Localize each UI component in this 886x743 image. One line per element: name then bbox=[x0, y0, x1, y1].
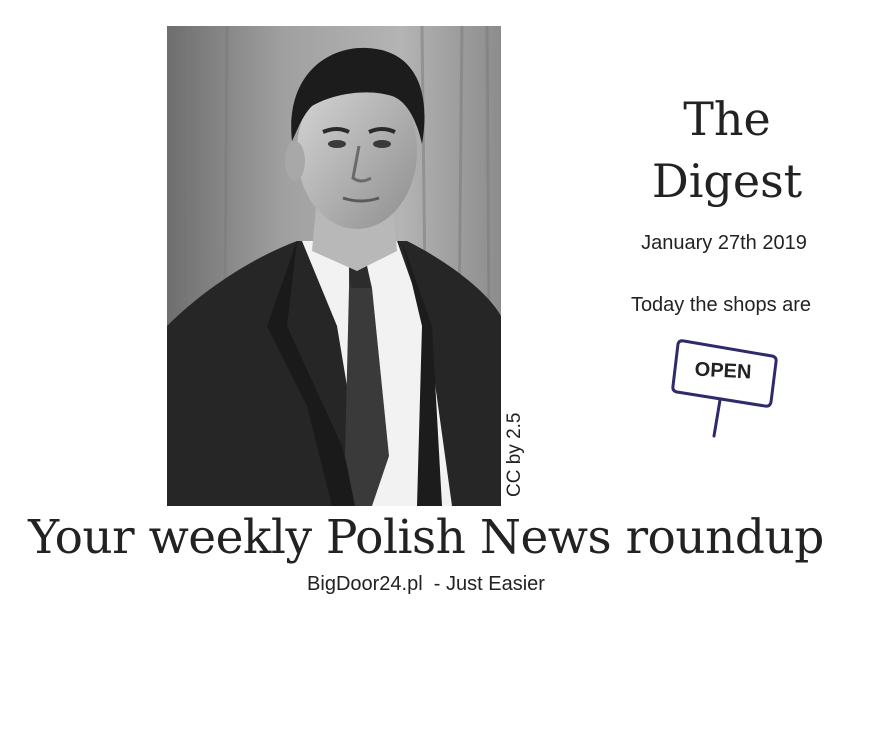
tagline: BigDoor24.pl - Just Easier bbox=[307, 573, 545, 595]
headline: Your weekly Polish News roundup bbox=[28, 510, 824, 565]
open-sign-icon bbox=[671, 339, 778, 438]
shops-status-text: Today the shops are bbox=[630, 294, 812, 316]
photo-credit: CC by 2.5 bbox=[504, 412, 525, 497]
newsletter-title: The Digest bbox=[620, 88, 834, 212]
title-line-2: Digest bbox=[651, 154, 803, 208]
issue-date: January 27th 2019 bbox=[641, 232, 807, 254]
portrait-image bbox=[167, 26, 501, 506]
portrait-photo bbox=[167, 26, 501, 506]
title-line-1: The bbox=[683, 92, 771, 146]
